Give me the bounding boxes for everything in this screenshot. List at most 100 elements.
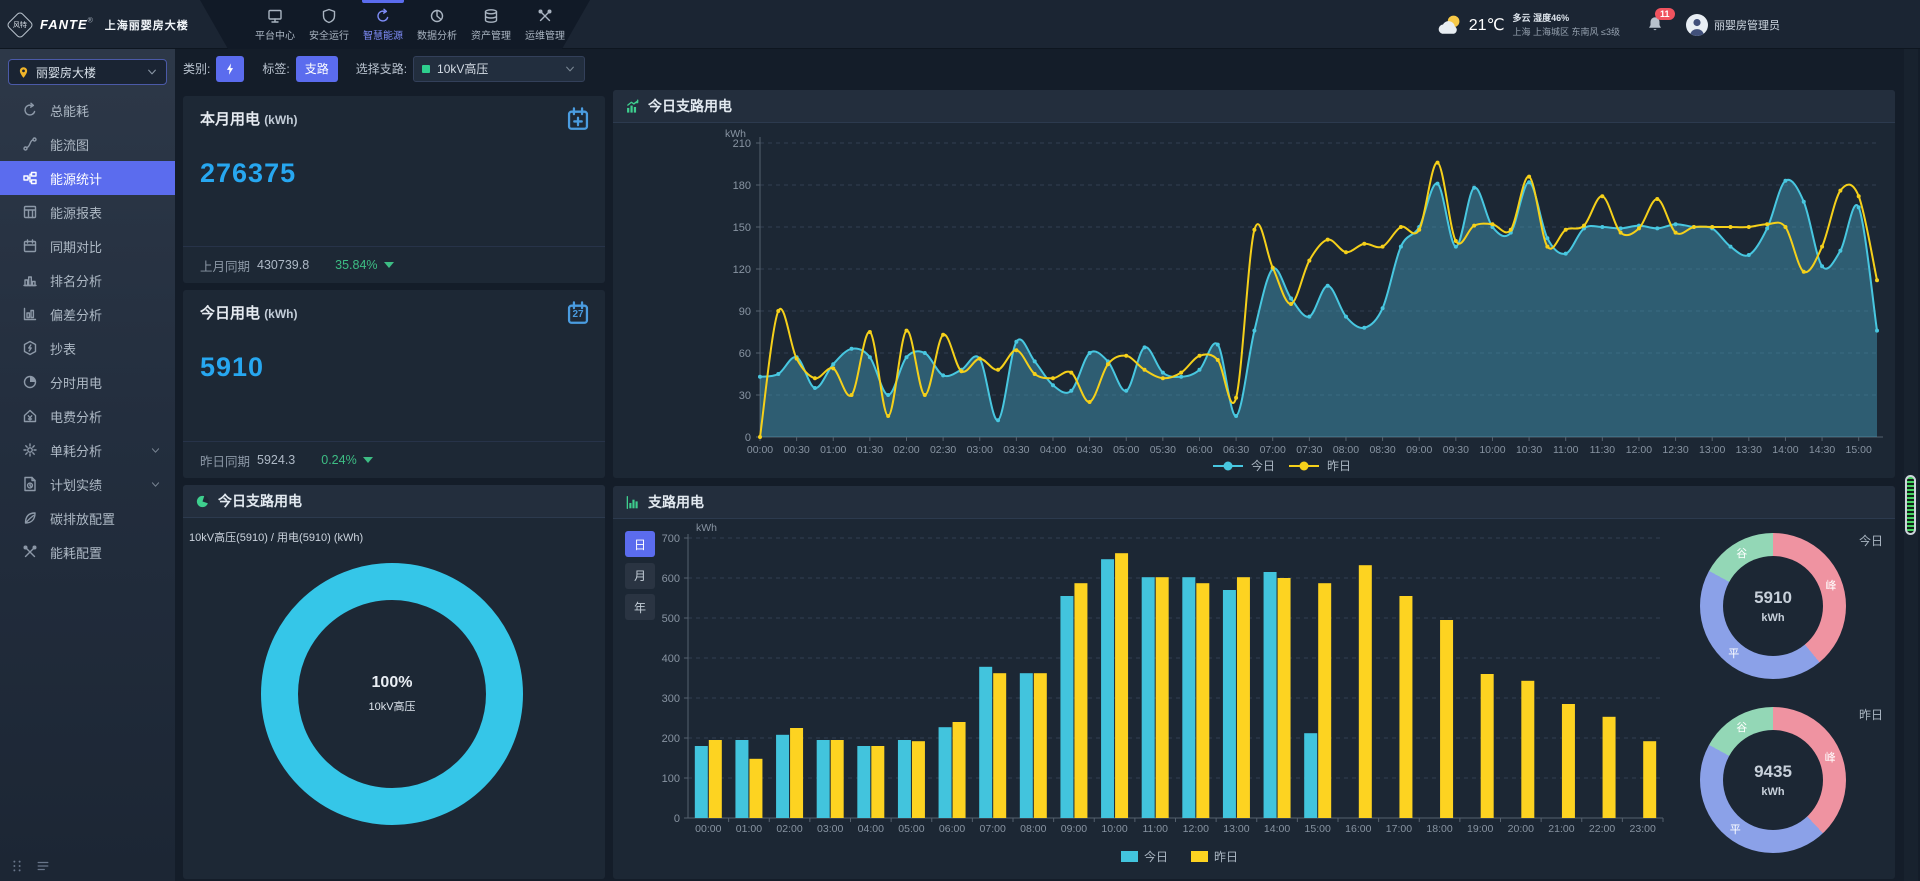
bar-today-08:00[interactable] [1020,673,1033,818]
bar-today-00:00[interactable] [695,746,708,818]
building-selector[interactable]: 丽婴房大楼 [8,59,167,85]
nav-item-智慧能源[interactable]: 智慧能源 [358,0,408,49]
trend-chart-icon [625,99,640,114]
bar-yesterday-07:00[interactable] [993,673,1006,818]
svg-text:15:00: 15:00 [1846,444,1872,456]
month-card-footer: 上月同期 430739.8 35.84% [183,246,605,283]
bar-today-13:00[interactable] [1223,590,1236,818]
list-icon[interactable] [36,859,50,873]
bar-yesterday-08:00[interactable] [1034,673,1047,818]
bar-today-04:00[interactable] [857,746,870,818]
bar-today-15:00[interactable] [1304,733,1317,818]
bar-yesterday-17:00[interactable] [1399,596,1412,818]
bar-today-10:00[interactable] [1101,559,1114,818]
sidebar-item-碳排放配置[interactable]: 碳排放配置 [0,501,175,535]
bar-yesterday-06:00[interactable] [953,722,966,818]
bar-yesterday-20:00[interactable] [1521,681,1534,818]
svg-text:400: 400 [662,653,680,665]
svg-text:13:00: 13:00 [1223,823,1249,835]
svg-text:01:00: 01:00 [820,444,846,456]
bar-yesterday-05:00[interactable] [912,741,925,818]
bar-today-02:00[interactable] [776,735,789,818]
scrollbar-thumb[interactable] [1905,475,1916,535]
weather-detail: 上海 上海城区 东南风 ≤3级 [1513,26,1620,38]
avatar[interactable] [1686,14,1708,36]
bar-today-12:00[interactable] [1182,577,1195,818]
notification-bell[interactable]: 11 [1646,15,1664,35]
legend-item-今日[interactable]: 今日 [1121,849,1168,864]
bar-yesterday-13:00[interactable] [1237,577,1250,818]
sidebar-item-分时用电[interactable]: 分时用电 [0,365,175,399]
bar-yesterday-14:00[interactable] [1278,578,1291,818]
bar-today-01:00[interactable] [735,740,748,818]
bar-today-07:00[interactable] [979,667,992,818]
sidebar-item-label: 能源统计 [50,169,102,188]
weather-condition: 多云 湿度46% [1513,12,1620,24]
sidebar-item-电费分析[interactable]: 电费分析 [0,399,175,433]
bar-yesterday-18:00[interactable] [1440,620,1453,818]
calendar-day-icon[interactable]: 27 [565,300,591,326]
bar-today-11:00[interactable] [1142,577,1155,818]
bar-yesterday-12:00[interactable] [1196,583,1209,818]
bar-yesterday-11:00[interactable] [1156,577,1169,818]
bar-yesterday-21:00[interactable] [1562,704,1575,818]
sidebar-item-label: 能耗配置 [50,543,102,562]
sidebar-item-能源统计[interactable]: 能源统计 [0,161,175,195]
branch-select[interactable]: 10kV高压 [413,56,585,82]
svg-text:08:00: 08:00 [1333,444,1359,456]
sidebar-item-总能耗[interactable]: 总能耗 [0,93,175,127]
bar-yesterday-09:00[interactable] [1074,583,1087,818]
calendar-plus-icon[interactable] [565,106,591,132]
bar-yesterday-00:00[interactable] [709,740,722,818]
bar-yesterday-04:00[interactable] [871,746,884,818]
svg-text:昨日: 昨日 [1214,850,1238,864]
bar-yesterday-15:00[interactable] [1318,583,1331,818]
logo-name: FANTE® [40,16,93,34]
bar-yesterday-02:00[interactable] [790,728,803,818]
yesterday-tou-donut: 9435 kWh 峰平谷 [1700,707,1846,853]
compare-value: 5924.3 [257,453,295,467]
sidebar-item-计划实绩[interactable]: 计划实绩 [0,467,175,501]
nav-item-数据分析[interactable]: 数据分析 [412,0,462,49]
tag-label: 标签: [262,60,289,77]
bar-today-14:00[interactable] [1264,572,1277,818]
tag-branch-button[interactable]: 支路 [296,56,338,82]
bar-yesterday-03:00[interactable] [831,740,844,818]
legend-item-今日[interactable]: 今日 [1213,458,1275,473]
sidebar-item-偏差分析[interactable]: 偏差分析 [0,297,175,331]
bar-yesterday-01:00[interactable] [749,759,762,818]
bar-yesterday-19:00[interactable] [1481,674,1494,818]
nav-item-平台中心[interactable]: 平台中心 [250,0,300,49]
svg-text:06:00: 06:00 [939,823,965,835]
category-electric-button[interactable] [216,56,244,82]
bar-today-09:00[interactable] [1060,596,1073,818]
dots-grid-icon[interactable] [10,859,24,873]
nav-item-运维管理[interactable]: 运维管理 [520,0,570,49]
bar-yesterday-23:00[interactable] [1643,741,1656,818]
username[interactable]: 丽婴房管理员 [1714,17,1780,33]
sidebar-item-抄表[interactable]: 抄表 [0,331,175,365]
sidebar-item-单耗分析[interactable]: 单耗分析 [0,433,175,467]
sidebar-item-能流图[interactable]: 能流图 [0,127,175,161]
logo-badge-text: 风特 [13,20,27,30]
bar-yesterday-16:00[interactable] [1359,565,1372,818]
sidebar-item-能耗配置[interactable]: 能耗配置 [0,535,175,569]
month-card-title: 本月用电 (kWh) [200,108,298,129]
nav-item-安全运行[interactable]: 安全运行 [304,0,354,49]
donut-unit: kWh [1761,786,1784,798]
bar-yesterday-10:00[interactable] [1115,553,1128,818]
nav-item-label: 智慧能源 [363,27,403,42]
bar-today-03:00[interactable] [817,740,830,818]
nav-item-资产管理[interactable]: 资产管理 [466,0,516,49]
svg-text:02:30: 02:30 [930,444,956,456]
sidebar-item-能源报表[interactable]: 能源报表 [0,195,175,229]
bar-today-06:00[interactable] [939,727,952,818]
bar-today-05:00[interactable] [898,740,911,818]
bar-yesterday-22:00[interactable] [1603,717,1616,818]
legend-item-昨日[interactable]: 昨日 [1289,459,1351,473]
sidebar-item-排名分析[interactable]: 排名分析 [0,263,175,297]
legend-item-昨日[interactable]: 昨日 [1191,850,1238,864]
sidebar-item-同期对比[interactable]: 同期对比 [0,229,175,263]
svg-text:00:00: 00:00 [747,444,773,456]
svg-text:今日: 今日 [1251,458,1275,473]
